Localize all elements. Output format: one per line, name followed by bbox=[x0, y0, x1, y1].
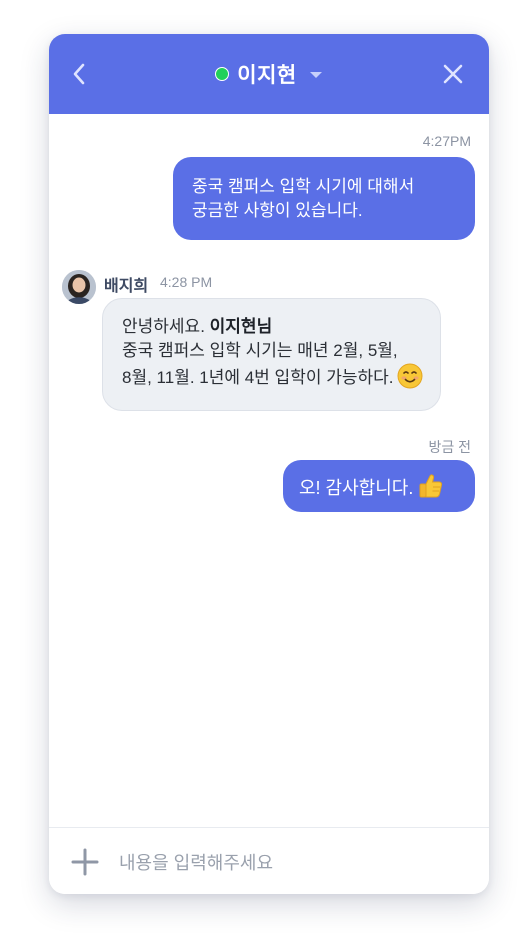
message-list[interactable]: 4:27PM 중국 캠퍼스 입학 시기에 대해서 궁금한 사항이 있습니다. 배… bbox=[49, 114, 489, 826]
message-line: 중국 캠퍼스 입학 시기에 대해서 bbox=[192, 177, 415, 196]
avatar[interactable] bbox=[62, 270, 96, 304]
message-text: 오! 감사합니다. bbox=[299, 478, 414, 498]
close-icon bbox=[443, 64, 463, 84]
message-line: 8월, 11월. 1년에 4번 입학이 가능하다. bbox=[122, 363, 423, 396]
sender-name: 배지희 bbox=[104, 278, 149, 295]
user-avatar-icon bbox=[62, 270, 96, 304]
message-line: 안녕하세요. 이지현님 bbox=[122, 315, 423, 339]
received-message-bubble[interactable]: 안녕하세요. 이지현님 중국 캠퍼스 입학 시기는 매년 2월, 5월, 8월,… bbox=[102, 298, 441, 411]
close-button[interactable] bbox=[433, 54, 473, 94]
chat-title-dropdown[interactable]: 이지현 bbox=[49, 34, 489, 114]
attach-button[interactable] bbox=[69, 846, 101, 878]
sent-message-bubble[interactable]: 중국 캠퍼스 입학 시기에 대해서 궁금한 사항이 있습니다. bbox=[173, 157, 475, 240]
chat-title: 이지현 bbox=[237, 64, 297, 87]
online-status-dot bbox=[215, 67, 230, 81]
message-time: 4:28 PM bbox=[160, 274, 213, 290]
message-line-text: 8월, 11월. 1년에 4번 입학이 가능하다. bbox=[122, 368, 394, 387]
mention-text: 이지현님 bbox=[209, 317, 273, 336]
message-time: 방금 전 bbox=[428, 439, 471, 455]
greeting-text: 안녕하세요. bbox=[122, 317, 210, 336]
thumbs-up-icon bbox=[417, 472, 445, 506]
message-time: 4:27PM bbox=[422, 133, 471, 149]
chat-window: 이지현 4:27PM 중국 캠퍼스 입학 시기에 대해서 궁금한 사항이 있습니… bbox=[49, 34, 489, 894]
message-line: 궁금한 사항이 있습니다. bbox=[192, 201, 363, 220]
message-composer bbox=[49, 827, 489, 894]
sent-message-bubble[interactable]: 오! 감사합니다. bbox=[283, 460, 475, 512]
message-line: 중국 캠퍼스 입학 시기는 매년 2월, 5월, bbox=[122, 341, 398, 360]
chat-header: 이지현 bbox=[49, 34, 489, 114]
message-input[interactable] bbox=[117, 846, 461, 880]
plus-icon bbox=[71, 848, 99, 876]
caret-down-icon bbox=[309, 72, 322, 78]
smiling-face-icon bbox=[397, 363, 423, 396]
